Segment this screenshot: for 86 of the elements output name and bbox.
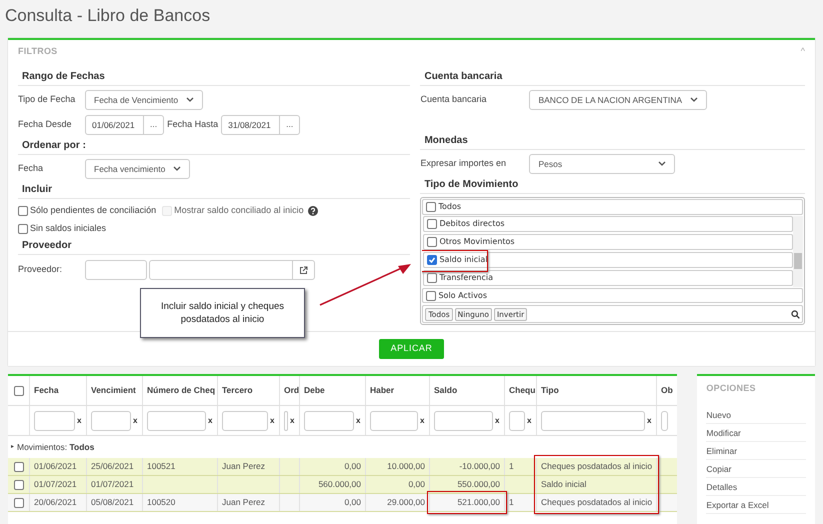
section-heading: Ordenar por : bbox=[18, 138, 410, 155]
column-header[interactable]: Tipo bbox=[537, 376, 657, 405]
panel-title: FILTROS bbox=[18, 45, 58, 58]
field-label: Fecha bbox=[18, 162, 44, 176]
section-heading: Tipo de Movimiento bbox=[420, 177, 805, 194]
column-header[interactable]: Número de Cheq bbox=[143, 376, 218, 405]
section-heading: Rango de Fechas bbox=[18, 69, 410, 86]
date-field[interactable]: 01/06/2021 ... bbox=[85, 115, 164, 135]
field-label: Tipo de Fecha bbox=[18, 93, 76, 106]
section-heading: Monedas bbox=[420, 133, 805, 150]
table-cell: 05/08/2021 bbox=[87, 494, 143, 511]
column-header[interactable]: Tercero bbox=[218, 376, 280, 405]
table-row[interactable]: 20/06/2021 05/08/2021 100520 Juan Perez 0,00 29.000,00 521.000,00 1 Cheques posdatados al inicio bbox=[8, 494, 678, 512]
option-link[interactable]: Modificar bbox=[706, 424, 806, 442]
clear-button[interactable]: x bbox=[290, 414, 294, 426]
list-item-label[interactable]: Otros Movimientos bbox=[439, 236, 515, 248]
table-cell: 1 bbox=[505, 494, 537, 511]
table-cell: 521.000,00 bbox=[430, 494, 505, 511]
callout-note: Incluir saldo inicial y cheques posdatados al inicio bbox=[140, 288, 305, 338]
clear-button[interactable]: x bbox=[495, 414, 500, 426]
section-heading: Proveedor bbox=[18, 238, 410, 255]
list-item-label[interactable]: Saldo inicial bbox=[439, 254, 488, 266]
select-field[interactable]: Pesos bbox=[529, 154, 676, 174]
table-cell: 0,00 bbox=[300, 458, 366, 475]
table-cell: Juan Perez bbox=[218, 494, 280, 511]
field-label: Expresar importes en bbox=[420, 157, 508, 170]
column-header[interactable]: Saldo bbox=[430, 376, 505, 405]
table-cell: 25/06/2021 bbox=[87, 458, 143, 475]
table-cell: 1 bbox=[505, 458, 537, 475]
table-cell: 29.000,00 bbox=[366, 494, 430, 511]
clear-button[interactable]: x bbox=[420, 414, 424, 426]
table-cell: 01/07/2021 bbox=[30, 476, 87, 493]
list-item-label[interactable]: Solo Activos bbox=[438, 290, 487, 302]
column-header[interactable]: Haber bbox=[366, 376, 430, 405]
table-cell: 01/06/2021 bbox=[30, 458, 87, 475]
option-link[interactable]: Copiar bbox=[706, 460, 806, 478]
column-header[interactable]: Chequ bbox=[505, 376, 537, 405]
table-cell: 560.000,00 bbox=[300, 476, 366, 493]
checkbox-label: Sólo pendientes de conciliación bbox=[30, 204, 156, 218]
section-heading: Incluir bbox=[18, 182, 410, 199]
table-cell: -10.000,00 bbox=[430, 458, 505, 475]
column-header[interactable]: Ob bbox=[657, 376, 678, 405]
select-field[interactable]: BANCO DE LA NACION ARGENTINA bbox=[529, 90, 708, 110]
clear-button[interactable]: x bbox=[133, 414, 138, 426]
table-cell: Saldo inicial bbox=[537, 476, 657, 493]
group-label: Movimientos: Todos bbox=[17, 440, 94, 454]
clear-button[interactable]: x bbox=[270, 414, 274, 426]
table-cell: 100520 bbox=[143, 494, 218, 511]
date-field[interactable]: 31/08/2021 ... bbox=[221, 115, 300, 135]
select-field[interactable]: Fecha vencimiento bbox=[85, 159, 190, 179]
table-cell: Juan Perez bbox=[218, 458, 280, 475]
clear-button[interactable]: x bbox=[208, 414, 212, 426]
clear-button[interactable]: x bbox=[356, 414, 360, 426]
table-cell: 10.000,00 bbox=[366, 458, 430, 475]
select-field[interactable]: Fecha de Vencimiento bbox=[85, 90, 204, 110]
checkbox-label: Sin saldos iniciales bbox=[30, 222, 106, 236]
table-cell: 01/07/2021 bbox=[87, 476, 143, 493]
column-header[interactable]: Ord bbox=[280, 376, 300, 405]
page-title: Consulta - Libro de Bancos bbox=[4, 5, 212, 27]
clear-button[interactable]: x bbox=[527, 414, 532, 426]
field-label: Fecha Hasta bbox=[166, 118, 220, 132]
table-row[interactable]: 01/07/2021 01/07/2021 560.000,00 0,00 550.000,00 Saldo inicial bbox=[8, 476, 678, 494]
table-cell: 550.000,00 bbox=[430, 476, 505, 493]
list-item-label[interactable]: Debitos directos bbox=[439, 218, 505, 230]
list-item-label[interactable]: Transferencia bbox=[439, 272, 493, 284]
table-cell: 20/06/2021 bbox=[30, 494, 87, 511]
option-link[interactable]: Exportar a Excel bbox=[706, 496, 806, 514]
column-header[interactable]: Debe bbox=[300, 376, 366, 405]
table-cell: 0,00 bbox=[366, 476, 430, 493]
option-link[interactable]: Eliminar bbox=[706, 442, 806, 460]
column-header[interactable]: Vencimient bbox=[87, 376, 143, 405]
field-label: Fecha Desde bbox=[18, 118, 73, 132]
section-heading: Cuenta bancaria bbox=[420, 69, 805, 86]
column-header[interactable]: Fecha bbox=[30, 376, 87, 405]
panel-title: OPCIONES bbox=[706, 382, 757, 395]
table-cell: Cheques posdatados al inicio bbox=[537, 494, 657, 511]
clear-button[interactable]: x bbox=[77, 414, 82, 426]
table-cell: 0,00 bbox=[300, 494, 366, 511]
field-label: Cuenta bancaria bbox=[420, 93, 488, 106]
option-link[interactable]: Nuevo bbox=[706, 406, 806, 424]
field-label: Proveedor: bbox=[18, 263, 64, 276]
option-link[interactable]: Detalles bbox=[706, 478, 806, 496]
clear-button[interactable]: x bbox=[647, 414, 652, 426]
list-item-label[interactable]: Todos bbox=[438, 200, 462, 213]
table-cell: 100521 bbox=[143, 458, 218, 475]
checkbox-label: Mostrar saldo conciliado al inicio bbox=[174, 204, 304, 218]
